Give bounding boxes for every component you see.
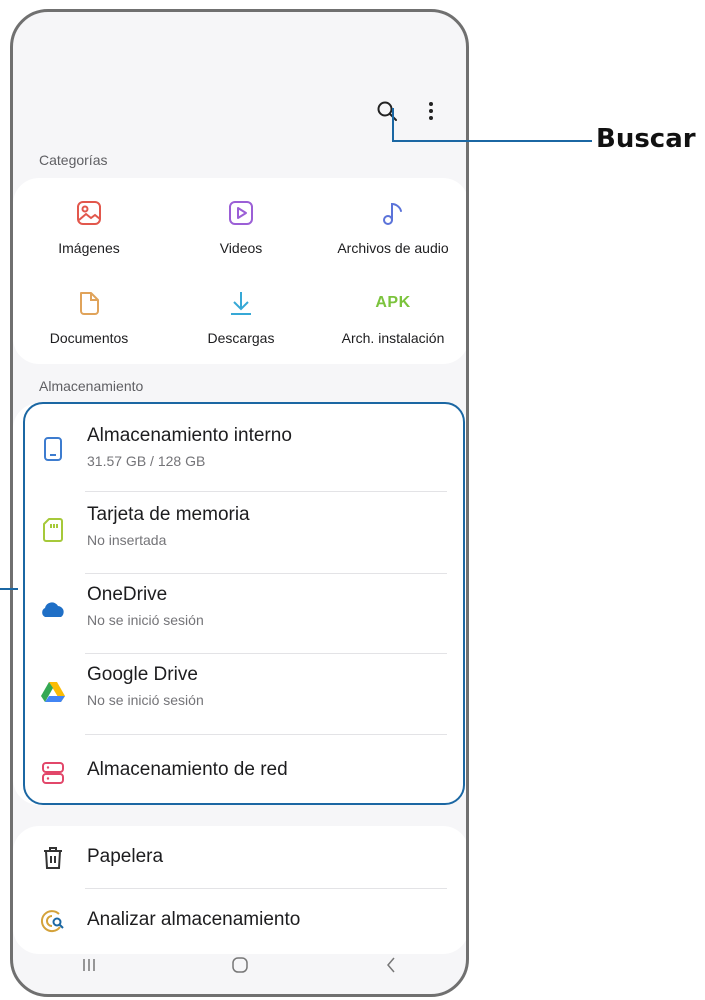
- storage-item-network[interactable]: Almacenamiento de red: [13, 735, 466, 815]
- category-installation-files[interactable]: APK Arch. instalación: [317, 286, 466, 346]
- category-label: Arch. instalación: [341, 330, 445, 346]
- storage-title: Google Drive: [87, 664, 198, 685]
- category-audio[interactable]: Archivos de audio: [317, 196, 466, 256]
- video-icon: [165, 196, 317, 230]
- document-icon: [13, 286, 165, 320]
- analyze-storage-icon: [39, 907, 67, 935]
- callout-connector: [392, 108, 394, 142]
- other-card: Papelera Analizar almacenamiento: [13, 826, 466, 954]
- category-videos[interactable]: Videos: [165, 196, 317, 256]
- storage-title: Almacenamiento de red: [87, 759, 288, 780]
- callout-label: Buscar: [596, 124, 696, 154]
- apk-icon: APK: [375, 294, 411, 311]
- storage-title: Tarjeta de memoria: [87, 504, 250, 525]
- category-documents[interactable]: Documentos: [13, 286, 165, 346]
- category-label: Archivos de audio: [337, 240, 449, 256]
- google-drive-icon: [39, 678, 67, 706]
- storage-subtitle: No insertada: [87, 532, 167, 548]
- storage-item-onedrive[interactable]: OneDrive No se inició sesión: [13, 574, 466, 654]
- storage-subtitle: 31.57 GB / 128 GB: [87, 453, 206, 469]
- trash-icon: [39, 844, 67, 872]
- onedrive-icon: [39, 596, 67, 624]
- storage-item-google-drive[interactable]: Google Drive No se inició sesión: [13, 654, 466, 734]
- storage-card: Almacenamiento interno 31.57 GB / 128 GB…: [13, 403, 466, 805]
- search-icon[interactable]: [372, 96, 402, 126]
- storage-title: Almacenamiento interno: [87, 425, 292, 446]
- storage-item-sd-card[interactable]: Tarjeta de memoria No insertada: [13, 492, 466, 572]
- category-label: Documentos: [49, 330, 129, 346]
- home-icon[interactable]: [225, 950, 255, 980]
- category-label: Imágenes: [58, 240, 120, 256]
- download-icon: [165, 286, 317, 320]
- image-icon: [13, 196, 165, 230]
- back-icon[interactable]: [376, 950, 406, 980]
- system-navigation-bar: [13, 936, 466, 994]
- phone-storage-icon: [39, 435, 67, 463]
- top-app-bar: [372, 96, 446, 126]
- storage-subtitle: No se inició sesión: [87, 692, 204, 708]
- categories-card: Imágenes Videos Archivos de audio Docume…: [13, 178, 466, 364]
- callout-connector-left: [0, 588, 18, 590]
- list-item-trash[interactable]: Papelera: [13, 826, 466, 888]
- category-label: Videos: [219, 240, 263, 256]
- category-label: Descargas: [207, 330, 275, 346]
- more-vert-icon[interactable]: [416, 96, 446, 126]
- phone-frame: Categorías Imágenes Videos Archivos de a…: [10, 9, 469, 997]
- list-item-title: Analizar almacenamiento: [87, 909, 301, 930]
- category-images[interactable]: Imágenes: [13, 196, 165, 256]
- music-note-icon: [317, 196, 466, 230]
- sd-card-icon: [39, 516, 67, 544]
- storage-subtitle: No se inició sesión: [87, 612, 204, 628]
- categories-label: Categorías: [39, 152, 108, 168]
- list-item-title: Papelera: [87, 846, 164, 867]
- category-downloads[interactable]: Descargas: [165, 286, 317, 346]
- recent-apps-icon[interactable]: [74, 950, 104, 980]
- storage-item-internal[interactable]: Almacenamiento interno 31.57 GB / 128 GB: [13, 403, 466, 483]
- storage-label: Almacenamiento: [39, 378, 144, 394]
- callout-connector: [392, 140, 592, 142]
- storage-title: OneDrive: [87, 584, 168, 605]
- network-storage-icon: [39, 759, 67, 787]
